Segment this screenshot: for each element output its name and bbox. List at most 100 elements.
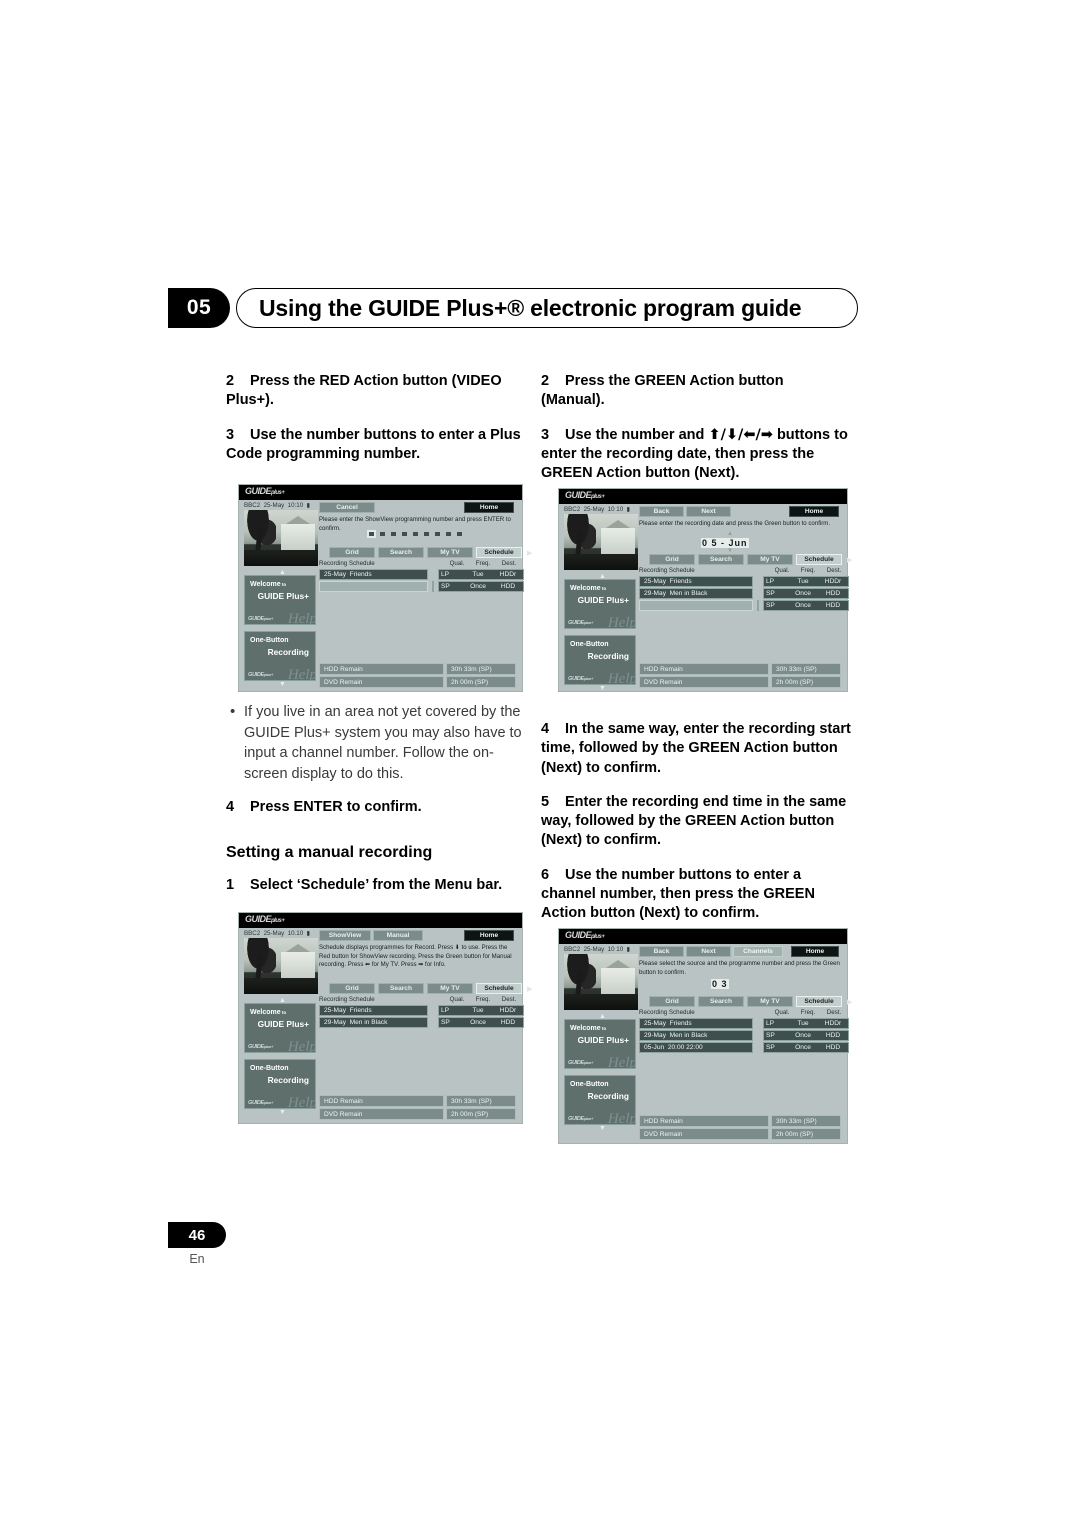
table-row[interactable]: 25-May Friends LP Tue HDDr xyxy=(319,1005,524,1016)
right-step-4-number: 4 xyxy=(541,721,550,737)
table-row[interactable]: 25-May Friends LP Tue HDDr xyxy=(639,1018,849,1029)
storage-remain-row: DVD Remain 2h 00m (SP) xyxy=(319,676,516,688)
schedule-entry-title[interactable]: 25-May Friends xyxy=(319,1005,428,1016)
schedule-entry-title[interactable] xyxy=(319,581,428,592)
tab-schedule[interactable]: Schedule xyxy=(476,547,522,558)
promo-card-1[interactable]: Help Welcome to GUIDE Plus+ GUIDEplus+ xyxy=(564,1019,636,1069)
promo-card-2[interactable]: Help One-Button Recording GUIDEplus+ xyxy=(564,635,636,685)
schedule-entry-title[interactable]: 25-May Friends xyxy=(639,1018,753,1029)
button-back[interactable]: Back xyxy=(639,506,684,517)
promo-card-1[interactable]: Help Welcome to GUIDE Plus+ GUIDEplus+ xyxy=(244,1003,316,1053)
promo-card-2-line2: Recording xyxy=(267,1075,309,1085)
qual-value: LP xyxy=(766,578,775,585)
scroll-down-caret-icon[interactable]: ▼ xyxy=(599,685,606,692)
table-row[interactable]: 29-May Men in Black SP Once HDD xyxy=(639,588,849,599)
storage-remain-row: HDD Remain 30h 33m (SP) xyxy=(639,663,841,675)
schedule-entry-title[interactable]: 29-May Men in Black xyxy=(319,1017,428,1028)
table-row[interactable]: SP Once HDD xyxy=(639,600,849,611)
tab-grid[interactable]: Grid xyxy=(329,983,375,994)
left-subheading: Setting a manual recording xyxy=(226,843,433,861)
schedule-entry-title[interactable]: 25-May Friends xyxy=(639,576,753,587)
tab-my-tv[interactable]: My TV xyxy=(427,547,473,558)
column-header-2: Dest. xyxy=(826,1009,842,1016)
schedule-entry-attrs[interactable]: SP Once HDD xyxy=(763,1042,849,1053)
digit-slot-8[interactable] xyxy=(446,532,451,536)
schedule-entry-attrs[interactable]: SP Once HDD xyxy=(438,1017,524,1028)
promo-card-2[interactable]: Help One-Button Recording GUIDEplus+ xyxy=(564,1075,636,1125)
schedule-entry-attrs[interactable]: SP Once HDD xyxy=(763,1030,849,1041)
schedule-entry-title[interactable]: 05-Jun 20:00 22:00 xyxy=(639,1042,753,1053)
promo-card-1[interactable]: Help Welcome to GUIDE Plus+ GUIDEplus+ xyxy=(244,575,316,625)
promo-card-2[interactable]: Help One-Button Recording GUIDEplus+ xyxy=(244,1059,316,1109)
button-showview[interactable]: ShowView xyxy=(319,930,371,941)
tab-search[interactable]: Search xyxy=(378,547,424,558)
scroll-down-caret-icon[interactable]: ▼ xyxy=(279,1109,286,1116)
left-step-1-number: 1 xyxy=(226,876,235,893)
button-next[interactable]: Next xyxy=(686,506,731,517)
table-row[interactable]: 29-May Men in Black SP Once HDD xyxy=(639,1030,849,1041)
digit-slot-6[interactable] xyxy=(424,532,429,536)
tab-next-arrow-icon[interactable]: ▶ xyxy=(527,549,532,557)
schedule-entry-attrs[interactable]: LP Tue HDDr xyxy=(763,1018,849,1029)
scroll-down-caret-icon[interactable]: ▼ xyxy=(599,1125,606,1132)
spinner-up-icon[interactable]: ▲ xyxy=(727,531,733,537)
schedule-entry-title[interactable]: 29-May Men in Black xyxy=(639,1030,753,1041)
schedule-entry-attrs[interactable]: SP Once HDD xyxy=(763,588,849,599)
button-cancel[interactable]: Cancel xyxy=(319,502,375,513)
table-row[interactable]: 29-May Men in Black SP Once HDD xyxy=(319,1017,524,1028)
button-home[interactable]: Home xyxy=(464,502,514,513)
tab-next-arrow-icon[interactable]: ▶ xyxy=(847,998,852,1006)
table-row[interactable]: 05-Jun 20:00 22:00 SP Once HDD xyxy=(639,1042,849,1053)
button-channels[interactable]: Channels xyxy=(733,946,783,957)
tab-my-tv[interactable]: My TV xyxy=(427,983,473,994)
tab-search[interactable]: Search xyxy=(378,983,424,994)
scroll-down-caret-icon[interactable]: ▼ xyxy=(279,681,286,688)
digit-slot-5[interactable] xyxy=(413,532,418,536)
value-field[interactable]: 0 5 - Jun xyxy=(701,538,749,548)
digit-slot-2[interactable] xyxy=(380,532,385,536)
button-back[interactable]: Back xyxy=(639,946,684,957)
remain-label: DVD Remain xyxy=(639,1128,769,1140)
digit-slot-1[interactable] xyxy=(367,530,376,538)
schedule-entry-attrs[interactable]: SP Once HDD xyxy=(438,581,524,592)
tab-schedule[interactable]: Schedule xyxy=(476,983,522,994)
digit-entry-field[interactable] xyxy=(367,530,462,538)
menu-bar: Grid Search My TV Schedule ▶ xyxy=(649,996,852,1007)
tab-next-arrow-icon[interactable]: ▶ xyxy=(527,985,532,993)
promo-card-2[interactable]: Help One-Button Recording GUIDEplus+ xyxy=(244,631,316,681)
storage-remain-row: HDD Remain 30h 33m (SP) xyxy=(319,663,516,675)
schedule-entry-attrs[interactable]: LP Tue HDDr xyxy=(438,1005,524,1016)
promo-card-1[interactable]: Help Welcome to GUIDE Plus+ GUIDEplus+ xyxy=(564,579,636,629)
tab-my-tv[interactable]: My TV xyxy=(747,554,793,565)
value-field[interactable]: 0 3 xyxy=(711,979,729,989)
table-row[interactable]: 25-May Friends LP Tue HDDr xyxy=(639,576,849,587)
tab-next-arrow-icon[interactable]: ▶ xyxy=(847,556,852,564)
tab-schedule[interactable]: Schedule xyxy=(796,554,842,565)
digit-slot-7[interactable] xyxy=(435,532,440,536)
freq-value: Tue xyxy=(472,571,484,578)
remain-value: 2h 00m (SP) xyxy=(771,1128,841,1140)
schedule-entry-attrs[interactable]: LP Tue HDDr xyxy=(763,576,849,587)
schedule-entry-attrs[interactable]: LP Tue HDDr xyxy=(438,569,524,580)
schedule-entry-title[interactable] xyxy=(639,600,753,611)
schedule-entry-attrs[interactable]: SP Once HDD xyxy=(763,600,849,611)
button-home[interactable]: Home xyxy=(464,930,514,941)
tab-search[interactable]: Search xyxy=(698,554,744,565)
tab-search[interactable]: Search xyxy=(698,996,744,1007)
button-manual[interactable]: Manual xyxy=(373,930,423,941)
schedule-entry-title[interactable]: 25-May Friends xyxy=(319,569,428,580)
button-next[interactable]: Next xyxy=(686,946,731,957)
digit-slot-3[interactable] xyxy=(391,532,396,536)
digit-slot-4[interactable] xyxy=(402,532,407,536)
button-home[interactable]: Home xyxy=(789,506,839,517)
tab-grid[interactable]: Grid xyxy=(329,547,375,558)
button-home[interactable]: Home xyxy=(791,946,839,957)
tab-grid[interactable]: Grid xyxy=(649,554,695,565)
table-row[interactable]: SP Once HDD xyxy=(319,581,524,592)
tab-grid[interactable]: Grid xyxy=(649,996,695,1007)
schedule-entry-title[interactable]: 29-May Men in Black xyxy=(639,588,753,599)
digit-slot-9[interactable] xyxy=(457,532,462,536)
tab-schedule[interactable]: Schedule xyxy=(796,996,842,1007)
tab-my-tv[interactable]: My TV xyxy=(747,996,793,1007)
table-row[interactable]: 25-May Friends LP Tue HDDr xyxy=(319,569,524,580)
